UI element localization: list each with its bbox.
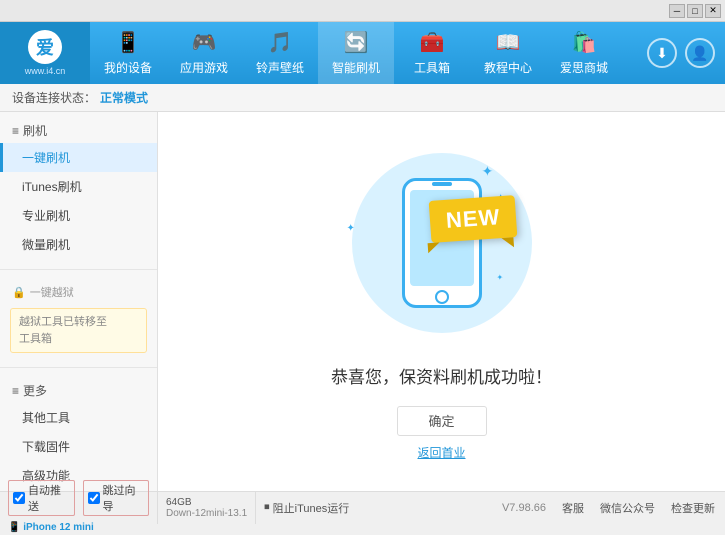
device-model: Down-12mini-13.1 bbox=[166, 508, 247, 519]
bottom-left: 自动推送 跳过向导 📱 iPhone 12 mini bbox=[0, 492, 158, 524]
nav-smart-flash-label: 智能刷机 bbox=[332, 59, 380, 76]
star-4: ✦ bbox=[497, 273, 504, 282]
stop-itunes-label: 阻止iTunes运行 bbox=[273, 500, 350, 516]
notice-text: 越狱工具已转移至工具箱 bbox=[19, 316, 107, 345]
sidebar-item-wipe-flash[interactable]: 微量刷机 bbox=[0, 230, 157, 259]
sidebar-item-other-tools[interactable]: 其他工具 bbox=[0, 403, 157, 432]
divider-2 bbox=[0, 367, 157, 368]
status-mode: 正常模式 bbox=[100, 89, 148, 106]
more-section-title: ≡ 更多 bbox=[0, 378, 157, 403]
sidebar-item-download-fw[interactable]: 下载固件 bbox=[0, 432, 157, 461]
nav-right-buttons: ⬇ 👤 bbox=[647, 38, 725, 68]
confirm-button[interactable]: 确定 bbox=[397, 406, 487, 436]
nav-app-game[interactable]: 🎮 应用游戏 bbox=[166, 22, 242, 84]
device-name: 📱 bbox=[8, 522, 23, 533]
wechat-link[interactable]: 微信公众号 bbox=[600, 500, 655, 516]
auto-push-label[interactable]: 自动推送 bbox=[8, 480, 75, 516]
status-bar: 设备连接状态： 正常模式 bbox=[0, 84, 725, 112]
new-text: NEW bbox=[445, 204, 501, 233]
stop-itunes[interactable]: ⏹ 阻止iTunes运行 bbox=[256, 500, 357, 516]
app-icon: 🎮 bbox=[192, 30, 217, 55]
sidebar-item-one-key-flash[interactable]: 一键刷机 bbox=[0, 143, 157, 172]
header: 爱 www.i4.cn 📱 我的设备 🎮 应用游戏 🎵 铃声壁纸 🔄 智能刷机 … bbox=[0, 22, 725, 84]
new-badge: NEW bbox=[428, 195, 517, 243]
success-text: 恭喜您，保资料刷机成功啦！ bbox=[331, 363, 552, 388]
more-icon: ≡ bbox=[12, 384, 19, 398]
phone-home-button bbox=[435, 290, 449, 304]
content-area: ✦ ✦ ✦ ✦ NEW 恭喜您，保资料刷机成功啦！ 确定 返回首 bbox=[158, 112, 725, 491]
flash-icon: 🔄 bbox=[344, 30, 369, 55]
ringtone-icon: 🎵 bbox=[268, 30, 293, 55]
main-layout: ≡ 刷机 一键刷机 iTunes刷机 专业刷机 微量刷机 🔒 一键越狱 越狱工具… bbox=[0, 112, 725, 491]
nav-toolbox-label: 工具箱 bbox=[414, 59, 450, 76]
nav-my-device[interactable]: 📱 我的设备 bbox=[90, 22, 166, 84]
jailbreak-label: 一键越狱 bbox=[30, 284, 74, 300]
logo[interactable]: 爱 www.i4.cn bbox=[0, 22, 90, 84]
nav-toolbox[interactable]: 🧰 工具箱 bbox=[394, 22, 470, 84]
skip-wizard-text: 跳过向导 bbox=[103, 482, 145, 514]
star-1: ✦ bbox=[482, 163, 494, 180]
update-link[interactable]: 检查更新 bbox=[671, 500, 715, 516]
sidebar-item-itunes-flash[interactable]: iTunes刷机 bbox=[0, 172, 157, 201]
skip-wizard-label[interactable]: 跳过向导 bbox=[83, 480, 150, 516]
toolbox-icon: 🧰 bbox=[420, 30, 445, 55]
jailbreak-section: 🔒 一键越狱 越狱工具已转移至工具箱 bbox=[0, 274, 157, 363]
divider-1 bbox=[0, 269, 157, 270]
nav-smart-flash[interactable]: 🔄 智能刷机 bbox=[318, 22, 394, 84]
back-home-link[interactable]: 返回首业 bbox=[417, 444, 465, 461]
lock-icon: 🔒 bbox=[12, 286, 26, 299]
jailbreak-section-title: 🔒 一键越狱 bbox=[0, 280, 157, 304]
bottom-checkboxes: 自动推送 跳过向导 bbox=[8, 480, 149, 516]
device-info-row: 📱 iPhone 12 mini bbox=[8, 517, 149, 535]
service-link[interactable]: 客服 bbox=[562, 500, 584, 516]
status-label: 设备连接状态： bbox=[12, 89, 96, 106]
new-badge-container: NEW bbox=[430, 198, 516, 240]
section-icon: ≡ bbox=[12, 124, 19, 138]
more-section: ≡ 更多 其他工具 下载固件 高级功能 bbox=[0, 372, 157, 491]
auto-push-checkbox[interactable] bbox=[13, 492, 25, 504]
sidebar-item-pro-flash[interactable]: 专业刷机 bbox=[0, 201, 157, 230]
nav-shop[interactable]: 🛍️ 爱思商城 bbox=[546, 22, 622, 84]
flash-section: ≡ 刷机 一键刷机 iTunes刷机 专业刷机 微量刷机 bbox=[0, 112, 157, 265]
device-icon: 📱 bbox=[116, 30, 141, 55]
window-controls: ─ □ ✕ bbox=[669, 4, 721, 18]
bottom-bar: 自动推送 跳过向导 📱 iPhone 12 mini 64GB Down-12m… bbox=[0, 491, 725, 523]
auto-push-text: 自动推送 bbox=[28, 482, 70, 514]
bottom-right: V7.98.66 客服 微信公众号 检查更新 bbox=[502, 500, 725, 516]
device-name-text: iPhone 12 mini bbox=[23, 522, 94, 533]
nav-app-game-label: 应用游戏 bbox=[180, 59, 228, 76]
flash-section-title: ≡ 刷机 bbox=[0, 118, 157, 143]
download-button[interactable]: ⬇ bbox=[647, 38, 677, 68]
nav-bar: 📱 我的设备 🎮 应用游戏 🎵 铃声壁纸 🔄 智能刷机 🧰 工具箱 📖 教程中心… bbox=[90, 22, 647, 84]
logo-icon: 爱 bbox=[28, 30, 62, 64]
nav-shop-label: 爱思商城 bbox=[560, 59, 608, 76]
star-3: ✦ bbox=[347, 223, 355, 234]
skip-wizard-checkbox[interactable] bbox=[88, 492, 100, 504]
nav-tutorial[interactable]: 📖 教程中心 bbox=[470, 22, 546, 84]
more-section-label: 更多 bbox=[23, 382, 47, 399]
minimize-button[interactable]: ─ bbox=[669, 4, 685, 18]
version-text: V7.98.66 bbox=[502, 502, 546, 514]
device-capacity: 64GB bbox=[166, 497, 247, 508]
logo-text: www.i4.cn bbox=[25, 66, 66, 76]
bottom-device-detail: 64GB Down-12mini-13.1 bbox=[158, 492, 256, 524]
phone-illustration: ✦ ✦ ✦ ✦ NEW bbox=[342, 143, 542, 343]
stop-icon: ⏹ bbox=[264, 501, 270, 514]
nav-ringtone[interactable]: 🎵 铃声壁纸 bbox=[242, 22, 318, 84]
close-button[interactable]: ✕ bbox=[705, 4, 721, 18]
nav-my-device-label: 我的设备 bbox=[104, 59, 152, 76]
nav-tutorial-label: 教程中心 bbox=[484, 59, 532, 76]
maximize-button[interactable]: □ bbox=[687, 4, 703, 18]
tutorial-icon: 📖 bbox=[496, 30, 521, 55]
shop-icon: 🛍️ bbox=[572, 30, 597, 55]
flash-section-label: 刷机 bbox=[23, 122, 47, 139]
phone-speaker bbox=[432, 182, 452, 186]
jailbreak-notice: 越狱工具已转移至工具箱 bbox=[10, 308, 147, 353]
sidebar: ≡ 刷机 一键刷机 iTunes刷机 专业刷机 微量刷机 🔒 一键越狱 越狱工具… bbox=[0, 112, 158, 491]
nav-ringtone-label: 铃声壁纸 bbox=[256, 59, 304, 76]
title-bar: ─ □ ✕ bbox=[0, 0, 725, 22]
user-button[interactable]: 👤 bbox=[685, 38, 715, 68]
